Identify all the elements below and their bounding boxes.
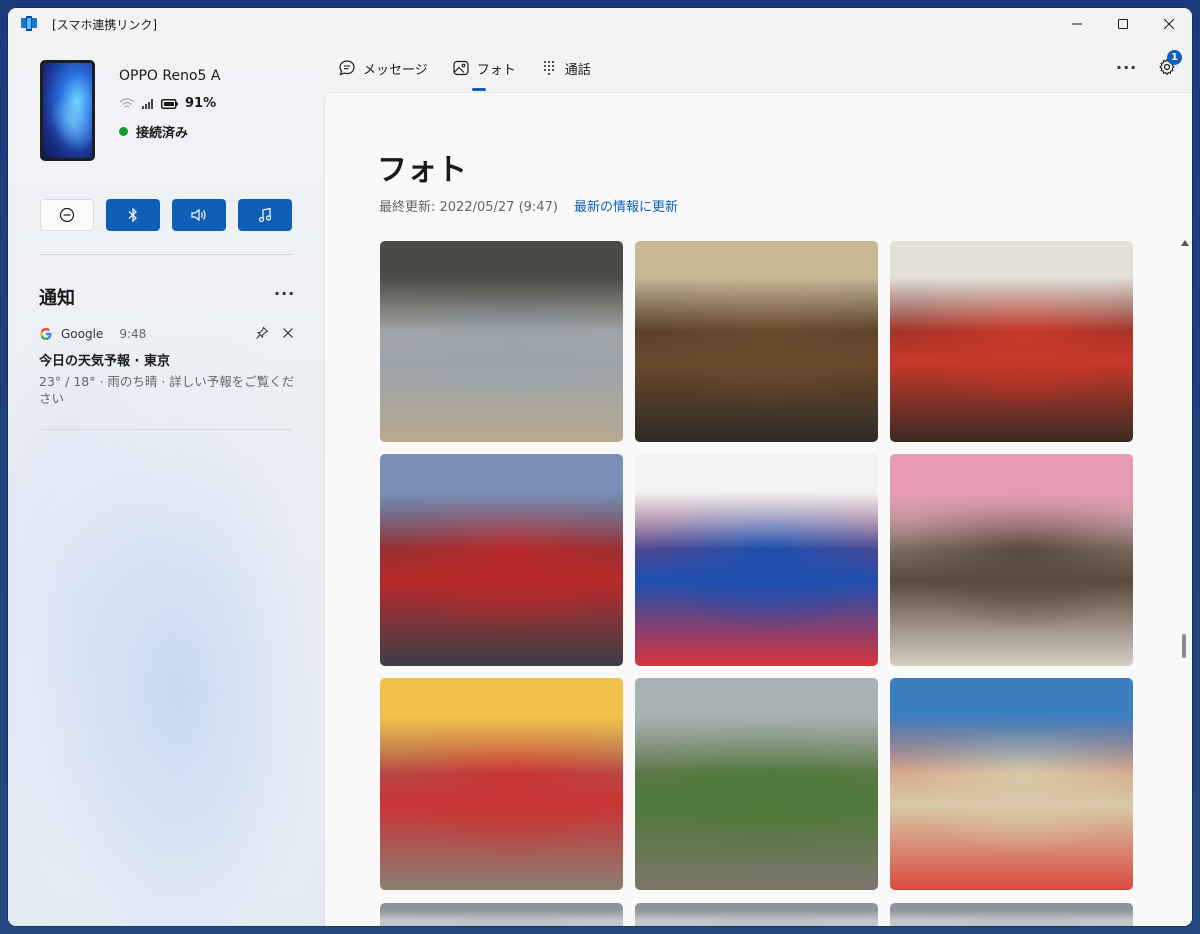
close-icon xyxy=(1164,19,1174,29)
tab-calls[interactable]: 通話 xyxy=(540,40,591,96)
dialpad-icon xyxy=(543,61,554,75)
settings-badge: 1 xyxy=(1167,50,1182,65)
phone-thumbnail xyxy=(40,60,95,161)
device-name: OPPO Reno5 A xyxy=(119,68,221,84)
notification-card[interactable]: Google 9:48 今日の天気予報 · 東京 23° / 18° · 雨のち… xyxy=(39,326,295,407)
device-status: 91% xyxy=(119,96,216,111)
photos-panel: フォト 最終更新: 2022/05/27 (9:47) 最新の情報に更新 xyxy=(324,92,1192,926)
message-icon xyxy=(339,60,355,76)
photo-thumbnail[interactable] xyxy=(890,678,1133,890)
pin-icon[interactable] xyxy=(255,326,269,340)
photo-thumbnail[interactable] xyxy=(380,454,623,666)
battery-icon xyxy=(161,98,178,109)
volume-button[interactable] xyxy=(172,199,226,231)
connection-label: 接続済み xyxy=(136,126,189,141)
photo-thumbnail[interactable] xyxy=(635,241,878,442)
scroll-thumb[interactable] xyxy=(1182,634,1186,658)
music-button[interactable] xyxy=(238,199,292,231)
do-not-disturb-icon xyxy=(59,207,75,223)
notifications-more-button[interactable]: ··· xyxy=(274,284,295,303)
photo-thumbnail[interactable] xyxy=(635,903,878,926)
tab-calls-label: 通話 xyxy=(564,62,591,78)
connection-status: 接続済み xyxy=(119,122,188,141)
photo-thumbnail[interactable] xyxy=(635,678,878,890)
settings-button[interactable]: 1 xyxy=(1158,50,1182,78)
notification-actions xyxy=(255,326,295,340)
notification-headline: 今日の天気予報 · 東京 xyxy=(39,354,170,369)
refresh-link[interactable]: 最新の情報に更新 xyxy=(574,196,678,215)
notification-header: Google 9:48 xyxy=(39,326,295,342)
photo-thumbnail[interactable] xyxy=(635,454,878,666)
maximize-icon xyxy=(1118,19,1128,29)
connected-dot-icon xyxy=(119,127,128,136)
dismiss-icon[interactable] xyxy=(281,326,295,340)
photo-thumbnail[interactable] xyxy=(890,903,1133,926)
photo-thumbnail[interactable] xyxy=(380,678,623,890)
bluetooth-icon xyxy=(128,207,137,223)
notification-app-name: Google xyxy=(61,327,104,341)
wifi-icon xyxy=(119,97,135,107)
phone-link-app-icon xyxy=(20,15,38,33)
bluetooth-button[interactable] xyxy=(106,199,160,231)
top-more-button[interactable]: ··· xyxy=(1116,58,1137,77)
notification-body: 23° / 18° · 雨のち晴 · 詳しい予報をご覧ください xyxy=(39,374,295,406)
tab-photos-label: フォト xyxy=(476,62,516,78)
notifications-title: 通知 xyxy=(39,288,75,309)
active-tab-indicator xyxy=(471,88,486,91)
minimize-button[interactable] xyxy=(1054,8,1100,40)
photo-icon xyxy=(453,60,469,76)
photo-thumbnail[interactable] xyxy=(890,454,1133,666)
do-not-disturb-button[interactable] xyxy=(40,199,94,231)
maximize-button[interactable] xyxy=(1100,8,1146,40)
minimize-icon xyxy=(1072,23,1082,25)
page-title: フォト xyxy=(377,153,467,188)
sidebar-divider xyxy=(39,254,292,255)
tab-messages-label: メッセージ xyxy=(363,62,428,78)
photo-thumbnail[interactable] xyxy=(890,241,1133,442)
photo-thumbnail[interactable] xyxy=(380,903,623,926)
battery-level: 91% xyxy=(185,96,217,111)
app-window: [スマホ連携リンク] OPPO Reno5 A 91% 接続済み 通知 ··· … xyxy=(8,8,1192,926)
last-updated-text: 最終更新: 2022/05/27 (9:47) xyxy=(379,200,558,215)
notification-divider xyxy=(39,429,292,430)
photo-thumbnail[interactable] xyxy=(380,241,623,442)
notification-time: 9:48 xyxy=(119,327,147,341)
volume-icon xyxy=(191,208,206,222)
sidebar: OPPO Reno5 A 91% 接続済み 通知 ··· Google 9:48… xyxy=(8,40,324,926)
google-icon xyxy=(39,327,53,341)
scrollbar[interactable] xyxy=(1180,240,1190,926)
window-title: [スマホ連携リンク] xyxy=(52,18,158,32)
signal-icon xyxy=(142,98,153,109)
nav-tabs: メッセージ フォト 通話 xyxy=(338,40,615,96)
tab-photos[interactable]: フォト xyxy=(452,40,516,96)
tab-messages[interactable]: メッセージ xyxy=(338,40,428,96)
close-button[interactable] xyxy=(1146,8,1192,40)
scroll-up-arrow-icon[interactable] xyxy=(1181,240,1189,246)
music-note-icon xyxy=(258,207,272,223)
title-bar[interactable]: [スマホ連携リンク] xyxy=(8,8,1192,40)
